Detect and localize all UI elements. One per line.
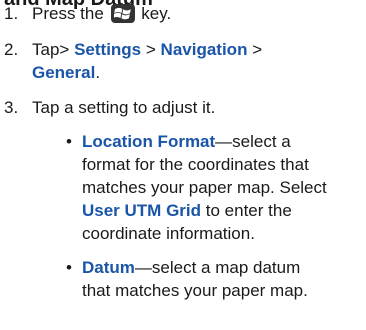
step-2-separator-1: > xyxy=(145,40,156,59)
settings-keyword: Settings xyxy=(74,40,142,59)
manual-page: and Map Datum 1. Press the key. 2. Tap> … xyxy=(0,0,366,330)
step-2-separator-2: > xyxy=(252,40,263,59)
bullet: • xyxy=(66,132,72,151)
step-1-text-post: key. xyxy=(141,4,172,23)
navigation-keyword: Navigation xyxy=(160,40,248,59)
datum-desc-2: that matches your paper map. xyxy=(82,281,308,300)
windows-key-icon xyxy=(110,4,135,23)
user-utm-grid-keyword: User UTM Grid xyxy=(82,201,202,220)
location-format-desc-4: to enter the xyxy=(205,201,292,220)
datum-desc-1: —select a map datum xyxy=(134,258,301,277)
step-1-number: 1. xyxy=(4,4,19,23)
location-format-desc-5: coordinate information. xyxy=(82,224,255,243)
location-format-keyword: Location Format xyxy=(82,132,216,151)
datum-keyword: Datum xyxy=(82,258,135,277)
step-1-text-pre: Press the xyxy=(32,4,104,23)
step-3-text: Tap a setting to adjust it. xyxy=(32,98,216,117)
general-keyword: General xyxy=(32,63,96,82)
location-format-desc-2: format for the coordinates that xyxy=(82,155,309,174)
step-3-number: 3. xyxy=(4,98,19,117)
bullet: • xyxy=(66,258,72,277)
location-format-desc-1: —select a xyxy=(215,132,291,151)
location-format-desc-3: matches your paper map. Select xyxy=(82,178,327,197)
step-2-number: 2. xyxy=(4,40,19,59)
step-2-end: . xyxy=(95,63,101,82)
step-2-text-pre: Tap> xyxy=(32,40,70,59)
